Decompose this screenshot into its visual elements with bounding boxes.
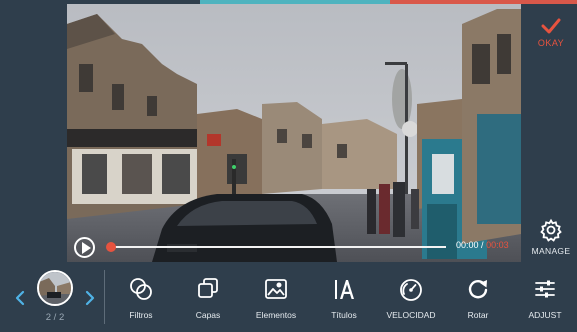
speedometer-icon [379,276,443,306]
clip-thumbnail[interactable] [37,270,73,306]
tool-label: Elementos [255,310,297,320]
video-editor: 00:00 / 00:03 OKAY MANAGE 2 / 2 Filtros … [0,0,577,332]
clip-thumbnail-image [39,272,71,304]
chevron-right-icon [85,290,95,306]
text-icon [312,276,376,306]
next-clip-button[interactable] [82,288,98,308]
manage-button[interactable]: MANAGE [526,218,576,262]
sliders-icon [513,276,577,306]
okay-button[interactable]: OKAY [529,18,573,60]
play-button[interactable] [74,237,95,258]
tool-titulos[interactable]: Títulos [312,276,376,326]
bottom-toolbar: 2 / 2 Filtros Capas Elementos Títulos VE… [0,262,577,332]
tool-adjust[interactable]: ADJUST [513,276,577,326]
scrubber-track [107,246,446,248]
toolbar-divider [104,270,105,324]
play-icon [82,242,91,254]
tool-label: Filtros [129,310,153,320]
clip-count: 2 / 2 [45,312,65,323]
previous-clip-button[interactable] [12,288,28,308]
tool-elementos[interactable]: Elementos [244,276,308,326]
manage-label: MANAGE [531,246,571,256]
checkmark-icon [541,18,561,34]
okay-label: OKAY [537,38,565,48]
total-time: 00:03 [486,240,509,250]
tool-capas[interactable]: Capas [176,276,240,326]
chevron-left-icon [15,290,25,306]
tool-label: VELOCIDAD [386,310,436,320]
tool-velocidad[interactable]: VELOCIDAD [379,276,443,326]
gear-icon [540,218,562,242]
left-panel [0,4,67,262]
time-separator: / [481,240,484,250]
tool-label: Capas [195,310,221,320]
tool-rotar[interactable]: Rotar [446,276,510,326]
video-preview[interactable] [67,4,521,262]
tool-label: ADJUST [528,310,562,320]
filters-icon [109,276,173,306]
layers-icon [176,276,240,306]
time-readout: 00:00 / 00:03 [456,240,509,250]
tool-filtros[interactable]: Filtros [109,276,173,326]
scrubber-handle[interactable] [106,242,116,252]
tool-label: Títulos [331,310,357,320]
image-icon [244,276,308,306]
current-time: 00:00 [456,240,479,250]
tool-label: Rotar [467,310,489,320]
video-frame [67,4,521,262]
rotate-icon [446,276,510,306]
playback-scrubber[interactable] [106,242,446,252]
